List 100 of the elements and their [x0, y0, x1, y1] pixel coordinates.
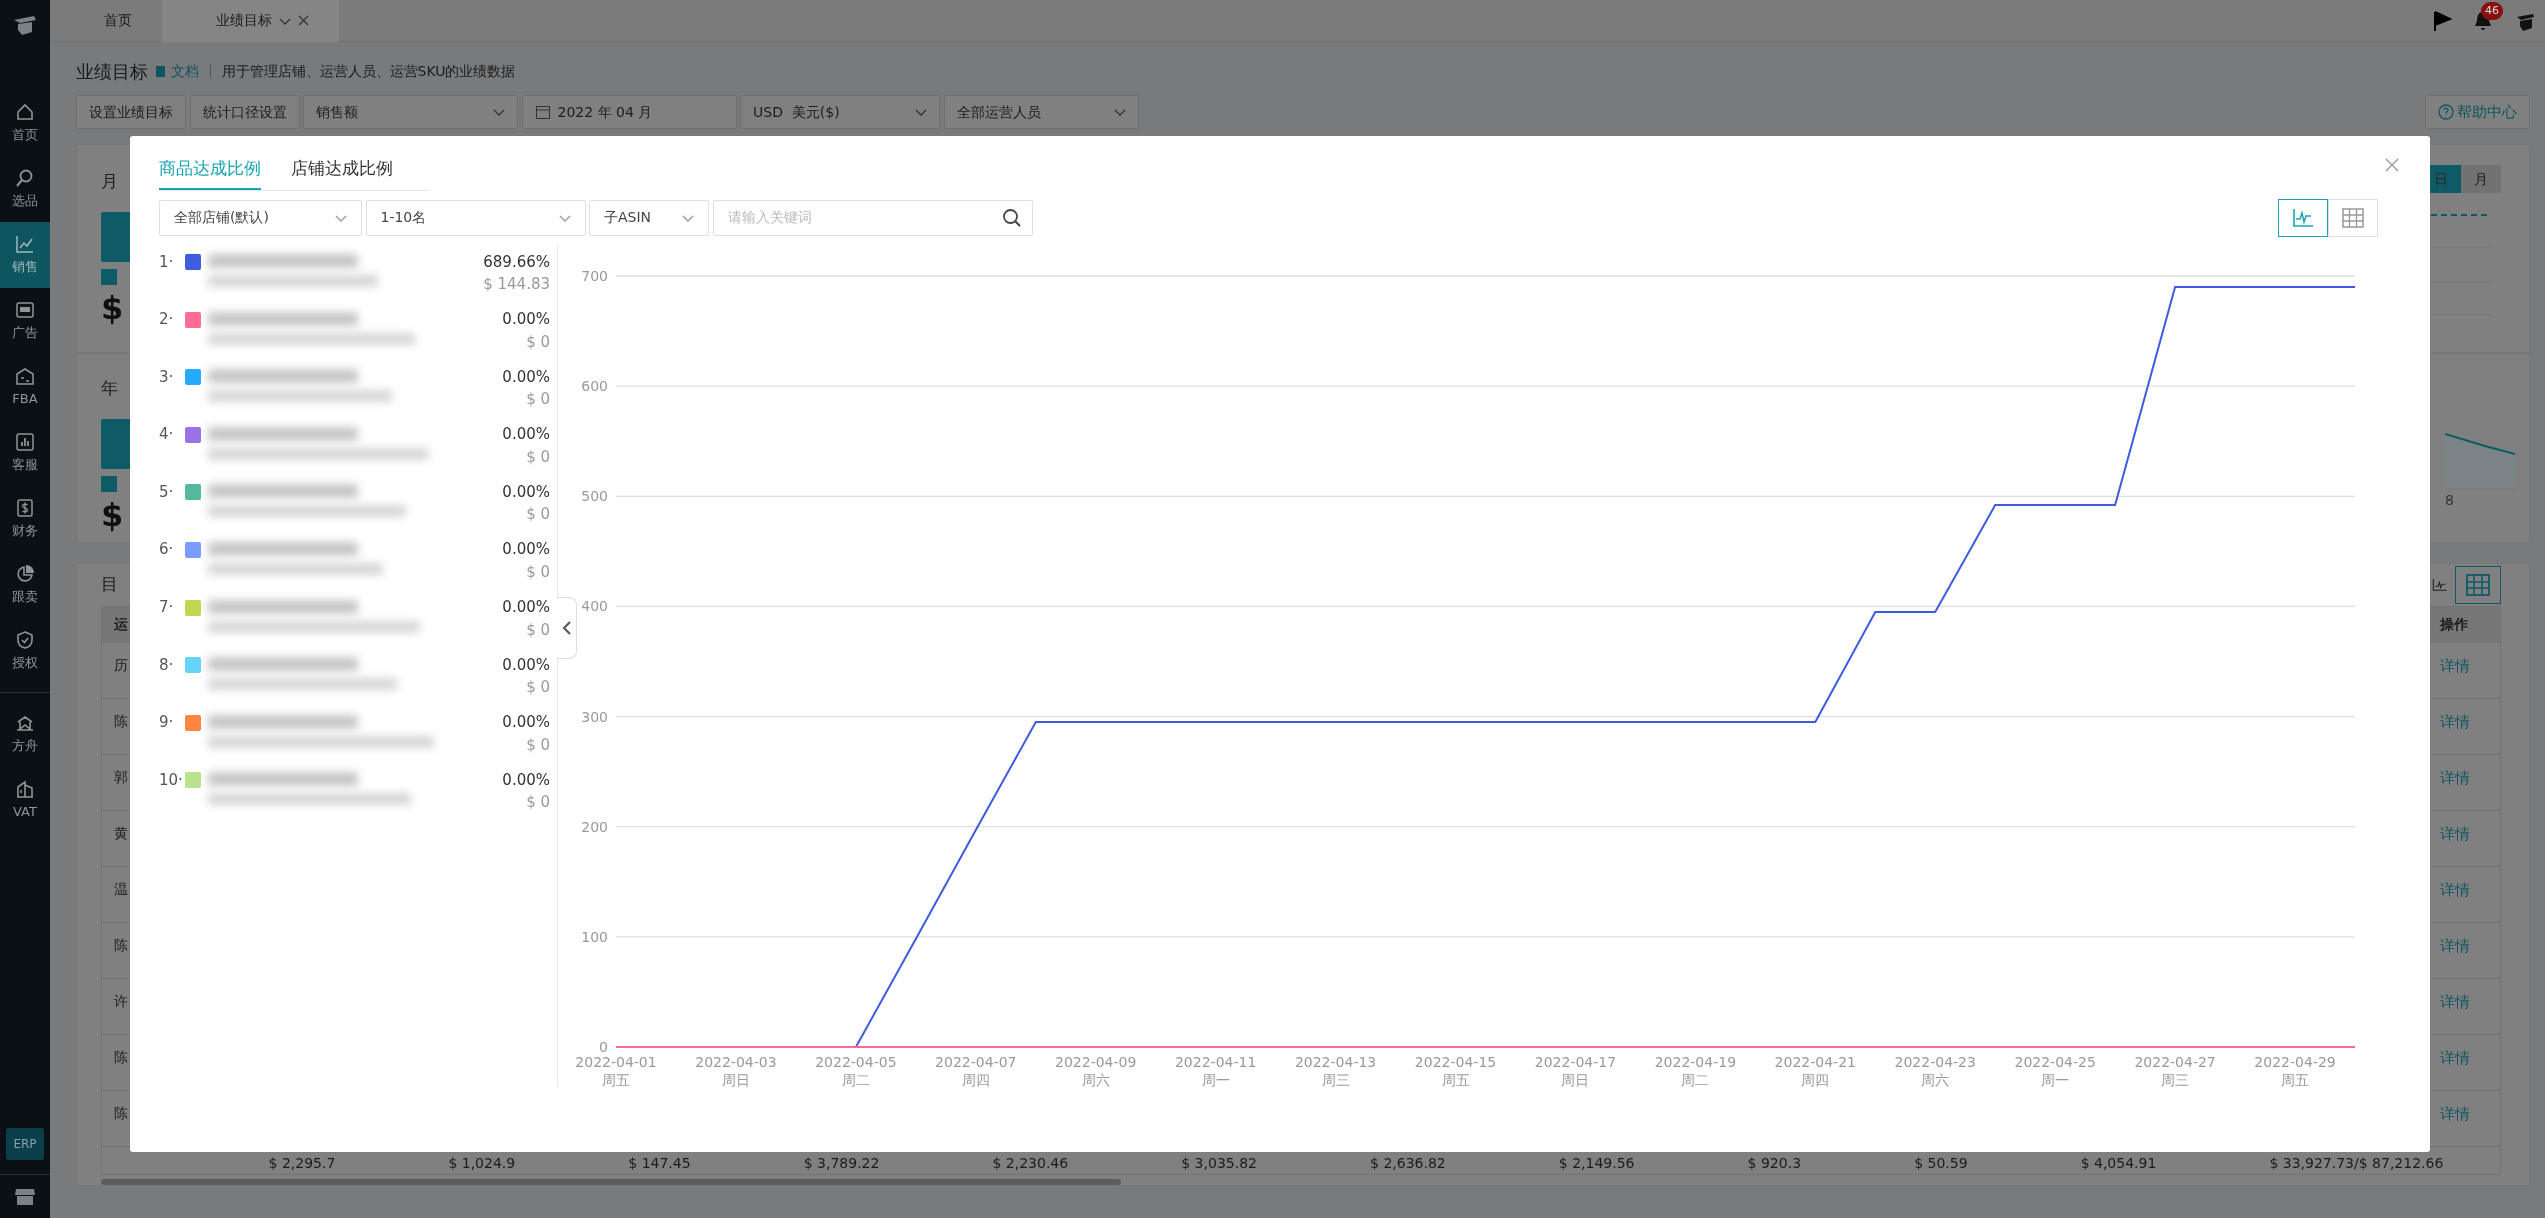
sidebar-item[interactable]: 客服	[0, 420, 50, 486]
table-cell-text: $ 2,230.46	[992, 1153, 1069, 1173]
details-link[interactable]: 详情	[2440, 710, 2500, 754]
rank-select[interactable]: 1-10名	[365, 199, 586, 236]
sidebar-item[interactable]: 广告	[0, 288, 50, 354]
currency-select[interactable]: USD 美元($)	[740, 95, 940, 129]
metric-select[interactable]: 销售额	[303, 95, 518, 129]
home-icon	[15, 101, 35, 122]
asin-select[interactable]: 子ASIN	[589, 199, 709, 236]
details-link[interactable]: 详情	[2440, 934, 2500, 978]
amount: $ 0	[526, 331, 550, 353]
percentage: 0.00%	[502, 366, 550, 388]
axis-label: 400	[581, 597, 608, 614]
store-select[interactable]: 全部店铺(默认)	[159, 199, 362, 236]
view-toggle[interactable]	[2278, 198, 2328, 237]
table-icon	[2342, 207, 2364, 228]
axis-label: 2022-04-29 周五	[2254, 1053, 2336, 1088]
rank-number: 3·	[159, 366, 175, 388]
rank-number: 1·	[159, 251, 175, 273]
sidebar-item[interactable]: 跟卖	[0, 552, 50, 618]
table-cell-text: $ 3,035.82	[1181, 1153, 1257, 1173]
toolbar-button[interactable]: 设置业绩目标	[76, 95, 186, 129]
sidebar-item[interactable]: 财务	[0, 486, 50, 552]
shield-icon	[15, 629, 35, 650]
details-link[interactable]: 详情	[2440, 1102, 2500, 1146]
table-cell-text: 郭	[114, 767, 128, 787]
tab[interactable]: 商品达成比例	[159, 150, 261, 190]
amount: $ 0	[526, 677, 550, 699]
amount: $ 0	[526, 446, 550, 468]
period-toggle[interactable]: 月	[2461, 165, 2501, 193]
column-header: 运	[114, 615, 128, 635]
scrollbar[interactable]	[101, 1178, 1121, 1185]
chevron-left-icon	[561, 620, 572, 635]
sidebar-item[interactable]: 选品	[0, 156, 50, 222]
tab[interactable]: 店铺达成比例	[291, 150, 393, 190]
tab[interactable]: 业绩目标	[162, 0, 339, 42]
tab[interactable]: 首页	[50, 0, 162, 42]
percentage: 0.00%	[502, 481, 550, 503]
axis-label: 300	[581, 708, 608, 725]
page-description: 用于管理店铺、运营人员、运营SKU的业绩数据	[221, 61, 516, 81]
rank-number: 4·	[159, 424, 175, 446]
table-cell-text: 陈	[114, 1103, 128, 1123]
flag-icon[interactable]	[2432, 9, 2452, 32]
details-link[interactable]: 详情	[2440, 878, 2500, 922]
axis-label: 2022-04-17 周日	[1534, 1053, 1617, 1088]
erp-button[interactable]: ERP	[6, 1128, 44, 1160]
calendar-icon	[534, 104, 551, 120]
amount: $ 0	[526, 389, 550, 411]
search-field[interactable]: 请输入关键词	[712, 199, 1033, 236]
action-button[interactable]	[101, 211, 131, 262]
details-link[interactable]: 详情	[2440, 990, 2500, 1034]
axis-label: 100	[581, 928, 608, 945]
rank-number: 9·	[159, 712, 175, 734]
sidebar-item[interactable]: VAT	[0, 767, 50, 833]
table-cell-text: 陈	[114, 711, 128, 731]
table-cell-text: 温	[114, 879, 128, 899]
toolbar-button[interactable]: 统计口径设置	[189, 95, 300, 129]
amount: $ 144.83	[483, 274, 550, 295]
axis-label: 0	[599, 1038, 608, 1055]
sidebar-item[interactable]: FBA	[0, 354, 50, 420]
notification-count: 46	[2481, 1, 2503, 20]
sidebar-item[interactable]: 销售	[0, 222, 50, 288]
axis-label: 600	[581, 377, 608, 394]
details-link[interactable]: 详情	[2440, 822, 2500, 866]
percentage: 0.00%	[502, 309, 550, 331]
table-cell-text: $ 3,789.22	[803, 1153, 880, 1173]
column-header: 操作	[2440, 615, 2469, 635]
axis-label: 2022-04-03 周日	[695, 1053, 777, 1088]
details-link[interactable]: 详情	[2440, 654, 2500, 698]
amount: $ 0	[526, 734, 550, 756]
percentage: 0.00%	[502, 769, 550, 791]
pie-chart-icon	[15, 563, 35, 584]
rank-number: 2·	[159, 309, 175, 331]
view-toggle[interactable]	[2455, 565, 2501, 604]
table-cell-text: 历	[114, 655, 128, 675]
sidebar-item[interactable]: 授权	[0, 618, 50, 684]
action-button[interactable]	[101, 418, 131, 469]
dollar-icon	[15, 497, 35, 518]
collapse-handle[interactable]	[557, 596, 577, 659]
sidebar-item[interactable]: 方舟	[0, 701, 50, 767]
details-link[interactable]: 详情	[2440, 766, 2500, 810]
table-cell-text: $ 50.59	[1914, 1153, 1968, 1173]
rank-number: 10·	[159, 769, 184, 791]
month-picker[interactable]: 2022 年 04 月	[521, 95, 737, 129]
table-cell-text: 黄	[114, 823, 128, 843]
sidebar-item[interactable]: 首页	[0, 90, 50, 156]
details-link[interactable]: 详情	[2440, 1046, 2500, 1090]
staff-select[interactable]: 全部运营人员	[943, 95, 1139, 129]
axis-label: 2022-04-19 周二	[1654, 1053, 1737, 1088]
axis-label: 2022-04-27 周三	[2134, 1053, 2216, 1088]
card-title: 目	[101, 573, 118, 596]
percentage: 0.00%	[502, 712, 550, 734]
table-cell-text: 许	[114, 991, 128, 1011]
help-icon	[2437, 104, 2454, 120]
ad-icon	[15, 299, 35, 320]
axis-label: 700	[581, 267, 608, 284]
warehouse-icon	[15, 365, 35, 386]
close-icon	[298, 15, 309, 26]
amount: $	[101, 498, 125, 531]
amount: $	[101, 291, 125, 324]
